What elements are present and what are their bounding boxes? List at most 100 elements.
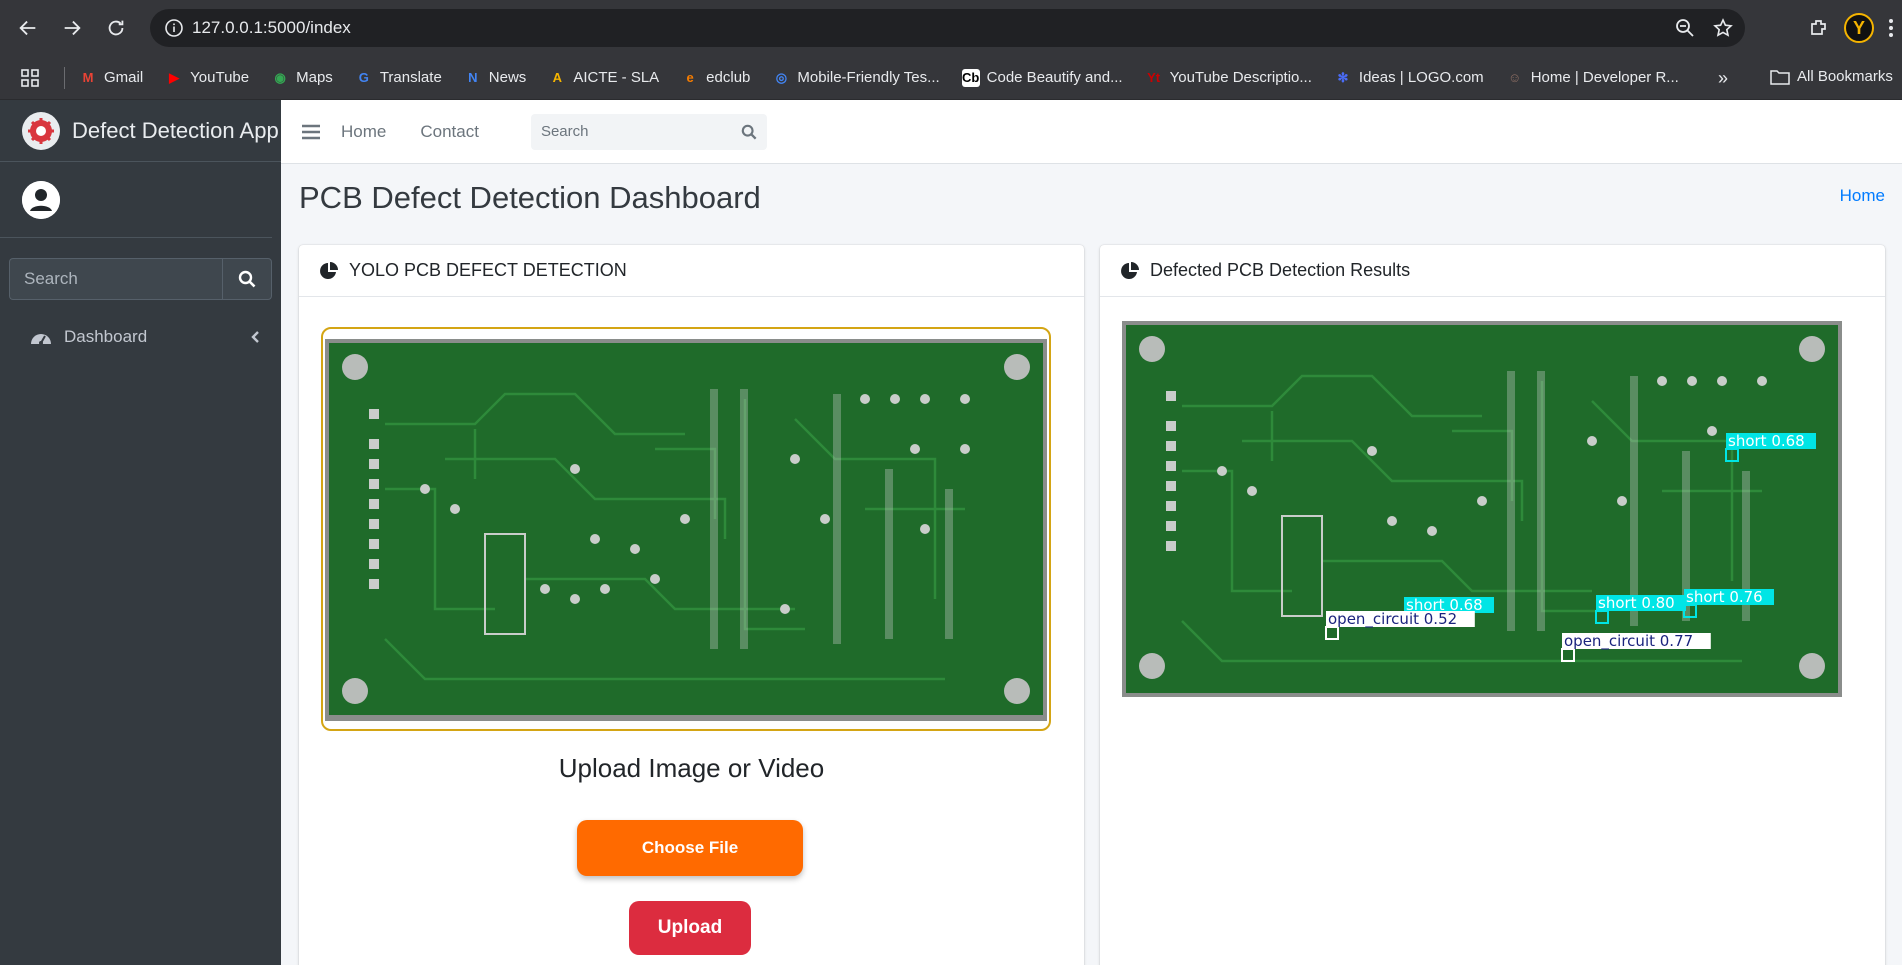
bookmark-item[interactable]: M Gmail [79,69,144,87]
upload-card: YOLO PCB DEFECT DETECTION Upload Image o… [299,245,1084,965]
bookmark-item[interactable]: ◎ Mobile-Friendly Tes... [772,69,940,87]
bookmark-favicon-icon: ✻ [1337,69,1349,85]
bookmark-item[interactable]: e edclub [681,69,751,87]
bookmark-item[interactable]: G Translate [355,69,442,87]
sidebar-search [9,258,272,300]
sidebar: Defect Detection App Dashboard [0,100,281,965]
bookmark-item[interactable]: ✻ Ideas | LOGO.com [1334,69,1484,87]
upload-title: Upload Image or Video [558,753,825,783]
gear-logo-icon [22,111,60,150]
nav-link-contact[interactable]: Contact [420,122,479,142]
site-info-icon[interactable] [156,9,192,47]
bookmark-item[interactable]: N News [464,69,527,87]
bookmark-favicon-icon: M [82,70,94,85]
bookmark-label: Translate [379,69,442,86]
forward-button[interactable] [50,6,94,50]
bookmark-label: Maps [296,69,333,86]
bookmark-separator [64,66,65,89]
upload-card-header: YOLO PCB DEFECT DETECTION [299,245,1084,297]
bookmark-item[interactable]: Yt YouTube Descriptio... [1145,69,1312,87]
back-button[interactable] [6,6,50,50]
more-menu-icon[interactable] [1888,18,1894,38]
bookmark-favicon-icon: N [468,70,478,85]
reload-icon [108,20,124,36]
results-card: Defected PCB Detection Results short 0.6… [1100,245,1885,965]
bookmarks-bar: M Gmail ▶ YouTube ◉ Maps G Translate N News A AICTE… [0,56,1902,100]
more-bookmarks-icon[interactable]: » [1718,68,1728,89]
address-bar[interactable]: 127.0.0.1:5000/index [150,9,1745,47]
uploaded-pcb-image [325,339,1047,721]
navbar-search-input[interactable] [530,113,731,150]
bookmark-label: YouTube [190,69,250,86]
bookmark-favicon-icon: e [686,70,694,85]
nav-link-home[interactable]: Home [341,122,386,142]
bookmark-item[interactable]: ☺ Home | Developer R... [1506,69,1679,87]
bookmark-label: AICTE - SLA [573,69,660,86]
choose-file-button[interactable]: Choose File [577,820,803,876]
page-title: PCB Defect Detection Dashboard [299,180,761,215]
user-avatar-icon[interactable] [22,180,60,219]
search-icon [741,124,757,139]
url-text: 127.0.0.1:5000/index [192,18,351,37]
menu-toggle-button[interactable] [281,124,341,140]
upload-card-title: YOLO PCB DEFECT DETECTION [349,260,627,280]
brand-link[interactable]: Defect Detection App [0,100,281,162]
sidebar-item-dashboard[interactable]: Dashboard [18,316,272,358]
bookmark-label: Gmail [104,69,144,86]
detection-label: short 0.76 [1686,588,1763,606]
results-card-title: Defected PCB Detection Results [1150,260,1411,280]
sidebar-search-input[interactable] [9,258,222,300]
bookmark-favicon-icon: ◎ [775,69,788,85]
pie-chart-icon [320,261,338,279]
bookmark-label: Code Beautify and... [986,69,1123,86]
chevron-left-icon [251,331,259,343]
bookmark-favicon-icon: Yt [1147,70,1161,85]
results-card-header: Defected PCB Detection Results [1100,245,1885,297]
detection-result-image: short 0.68short 0.68 short 0.80 short 0.76… [1122,321,1842,697]
brand-text: Defect Detection App [72,117,279,143]
bookmark-label: Mobile-Friendly Tes... [797,69,940,86]
user-panel [0,162,272,238]
hamburger-icon [302,124,320,139]
bookmark-favicon-icon: Cb [961,68,980,87]
bookmark-item[interactable]: ◉ Maps [271,69,333,87]
bookmark-item[interactable]: A AICTE - SLA [548,69,660,87]
breadcrumb-home[interactable]: Home [1840,186,1885,206]
detection-label: short 0.68 [1728,432,1805,450]
bookmark-label: edclub [706,69,751,86]
star-icon[interactable] [1713,18,1733,38]
all-bookmarks-button[interactable]: All Bookmarks [1770,68,1893,85]
sidebar-search-button[interactable] [222,258,272,300]
bookmark-label: Ideas | LOGO.com [1358,69,1484,86]
bookmark-favicon-icon: ◉ [274,69,286,85]
arrow-left-icon [19,20,36,36]
apps-grid-icon[interactable] [0,68,60,87]
detection-label: open_circuit 0.52 [1328,610,1457,629]
extensions-icon[interactable] [1808,17,1830,39]
folder-icon [1770,69,1790,85]
upload-button[interactable]: Upload [629,901,751,955]
navbar-search [530,113,767,150]
zoom-icon[interactable] [1675,18,1695,38]
navbar-search-button[interactable] [730,113,767,150]
reload-button[interactable] [94,6,138,50]
bookmark-label: Home | Developer R... [1530,69,1679,86]
sidebar-item-label: Dashboard [64,327,148,346]
top-navbar: Home Contact [281,100,1902,164]
browser-toolbar: 127.0.0.1:5000/index Y [0,0,1902,56]
dashboard-gauge-icon [31,334,51,345]
uploaded-image-frame [321,327,1051,731]
bookmark-favicon-icon: G [358,70,369,85]
bookmark-label: YouTube Descriptio... [1169,69,1312,86]
bookmark-favicon-icon: A [552,70,562,85]
bookmark-item[interactable]: ▶ YouTube [165,69,249,87]
all-bookmarks-label: All Bookmarks [1797,68,1893,85]
bookmark-favicon-icon: ☺ [1508,70,1522,85]
search-icon [238,270,256,288]
bookmark-item[interactable]: Cb Code Beautify and... [961,68,1123,87]
bookmark-label: News [488,69,527,86]
detection-label: short 0.80 [1598,594,1675,612]
arrow-right-icon [64,20,81,36]
bookmark-favicon-icon: ▶ [169,69,180,85]
profile-avatar[interactable]: Y [1844,13,1874,43]
